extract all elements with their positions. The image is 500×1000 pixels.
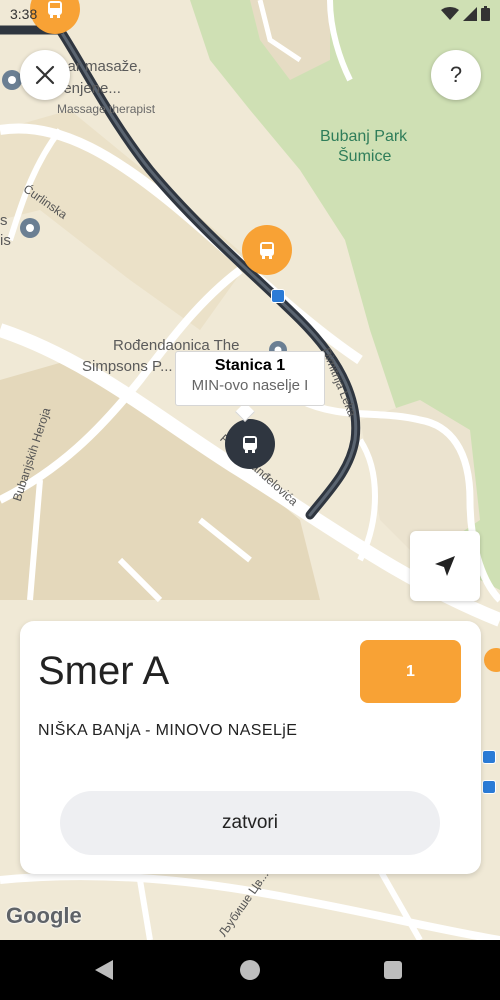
route-number-badge: 1 <box>360 640 461 703</box>
route-details-sheet: Smer A 1 NIŠKA BANjA - MINOVO NASELjE za… <box>20 621 481 874</box>
stop-callout[interactable]: Stanica 1 MIN-ovo naselje I <box>175 351 325 406</box>
my-location-button[interactable] <box>410 531 480 601</box>
help-button[interactable]: ? <box>431 50 481 100</box>
callout-subtitle: MIN-ovo naselje I <box>191 377 309 394</box>
wifi-icon <box>441 6 459 20</box>
route-title: Smer A <box>38 649 170 693</box>
selected-stop-marker-icon[interactable] <box>225 419 275 469</box>
poi-label-birthday-line2: Simpsons P... <box>82 358 173 375</box>
bus-marker-icon[interactable] <box>242 225 292 275</box>
battery-icon <box>481 6 490 21</box>
help-icon: ? <box>449 62 463 87</box>
status-bar: 3:38 <box>0 0 500 30</box>
status-time: 3:38 <box>10 6 38 22</box>
callout-title: Stanica 1 <box>214 357 286 374</box>
poi-sub-massage: Massage therapist <box>57 102 156 116</box>
bus-stop-icon <box>482 750 496 764</box>
poi-label-massage-line1: zar masaže, <box>60 58 142 75</box>
signal-icon <box>463 6 477 21</box>
home-icon[interactable] <box>240 960 260 980</box>
status-icons <box>441 6 490 21</box>
system-navigation-bar <box>0 940 500 1000</box>
park-label-line2: Šumice <box>338 148 392 165</box>
close-button[interactable] <box>20 50 70 100</box>
google-logo: Google <box>6 903 82 928</box>
park-label-line1: Bubanj Park <box>320 128 408 145</box>
poi-label-left-2: is <box>0 232 11 249</box>
bus-stop-icon <box>482 780 496 794</box>
back-icon[interactable] <box>95 960 113 980</box>
close-icon <box>35 65 55 85</box>
poi-label-left-1: s <box>0 212 8 229</box>
route-endpoints: NIŠKA BANjA - MINOVO NASELjE <box>38 722 298 739</box>
bus-stop-icon <box>271 289 285 303</box>
poi-label-massage-line2: lenjene... <box>60 80 121 97</box>
navigation-arrow-icon <box>435 556 455 576</box>
close-sheet-button[interactable]: zatvori <box>60 791 440 855</box>
recent-apps-icon[interactable] <box>384 961 402 979</box>
